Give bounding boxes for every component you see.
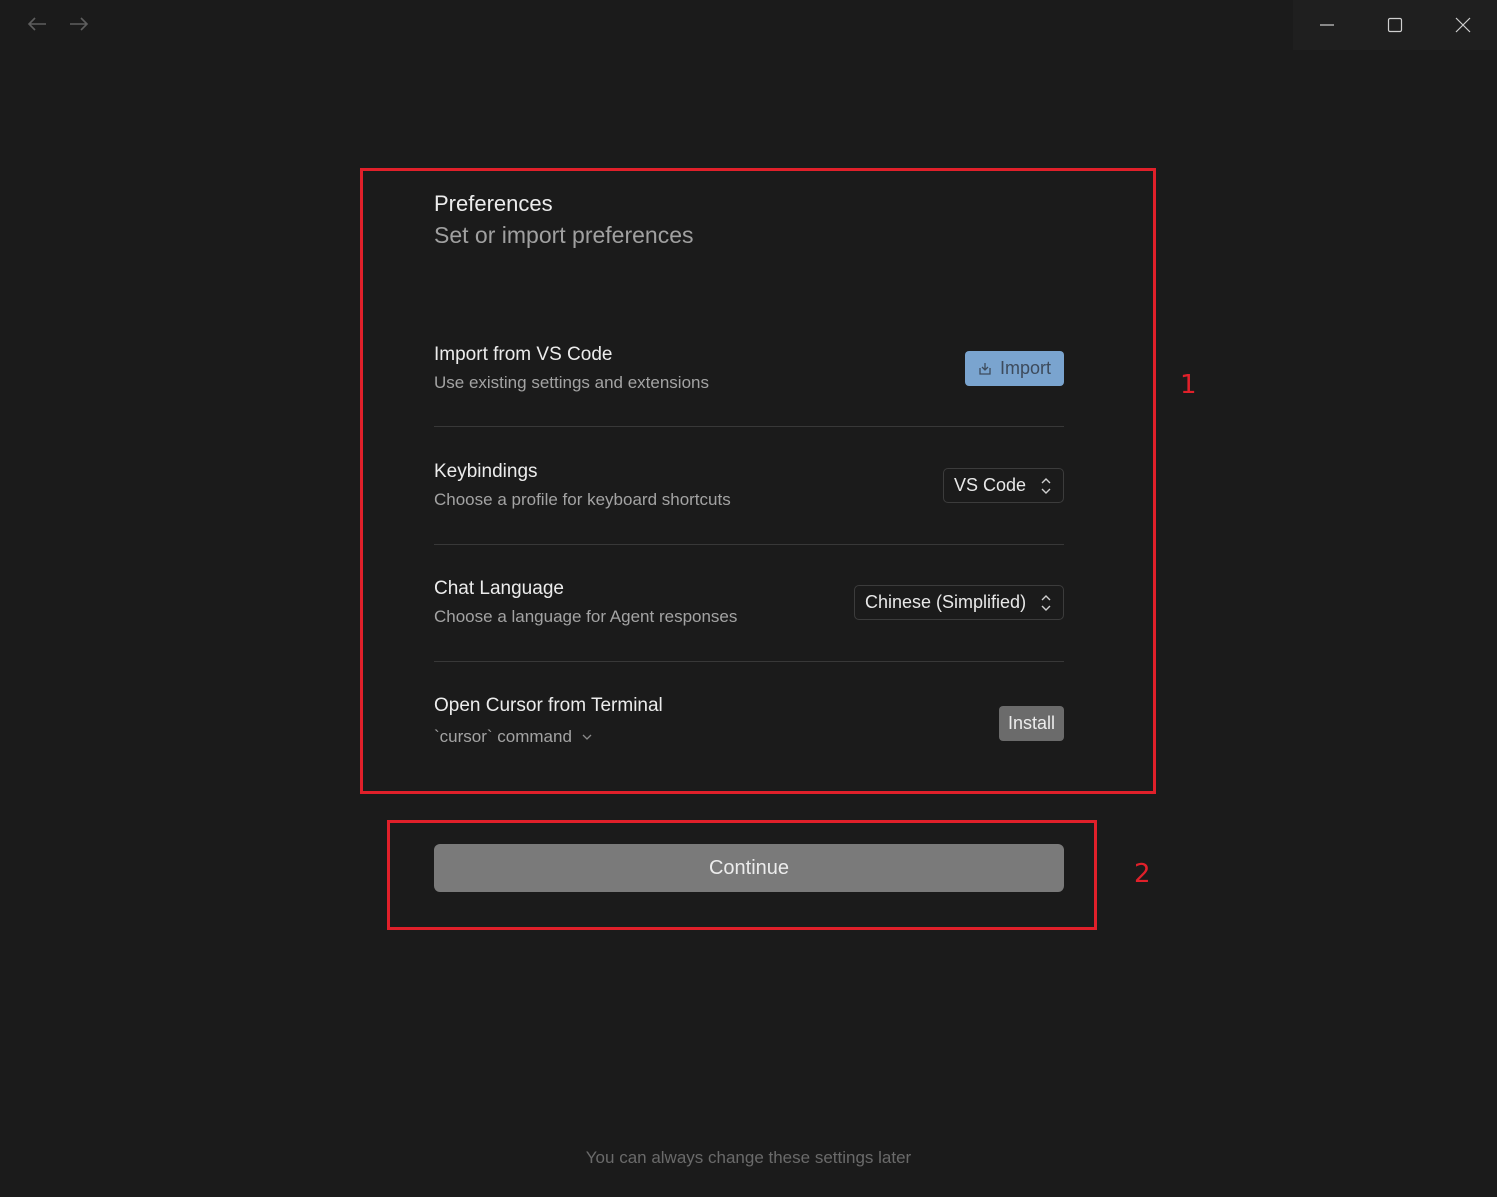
divider <box>434 544 1064 545</box>
annotation-label-2: 2 <box>1134 859 1151 889</box>
chevron-up-down-icon <box>1037 477 1055 495</box>
terminal-setting-row: Open Cursor from Terminal `cursor` comma… <box>434 695 1064 747</box>
terminal-title: Open Cursor from Terminal <box>434 695 663 716</box>
divider <box>434 426 1064 427</box>
install-button[interactable]: Install <box>999 706 1064 741</box>
cursor-command-label: `cursor` command <box>434 727 572 746</box>
close-icon <box>1455 17 1471 33</box>
arrow-left-icon <box>27 17 46 31</box>
chevron-up-down-icon <box>1037 594 1055 612</box>
minimize-button[interactable] <box>1293 0 1361 50</box>
app-window: 1 2 Preferences Set or import preference… <box>0 0 1497 1197</box>
page-title: Preferences <box>434 191 553 216</box>
annotation-label-1: 1 <box>1180 370 1197 400</box>
divider <box>434 661 1064 662</box>
import-button-label: Import <box>999 358 1051 378</box>
page-subtitle: Set or import preferences <box>434 222 694 248</box>
close-button[interactable] <box>1429 0 1497 50</box>
maximize-button[interactable] <box>1361 0 1429 50</box>
chevron-down-icon <box>582 734 592 740</box>
window-controls <box>1293 0 1497 50</box>
chat-language-selected-value: Chinese (Simplified) <box>865 592 1027 612</box>
maximize-icon <box>1387 17 1403 33</box>
keybindings-select[interactable]: VS Code <box>943 468 1064 503</box>
import-button[interactable]: Import <box>965 351 1064 386</box>
continue-button[interactable]: Continue <box>434 844 1064 892</box>
cursor-command-toggle[interactable]: `cursor` command <box>434 727 1064 747</box>
back-button[interactable] <box>23 10 51 38</box>
chat-language-select[interactable]: Chinese (Simplified) <box>854 585 1064 620</box>
footer-note: You can always change these settings lat… <box>585 1148 912 1167</box>
arrow-right-icon <box>70 17 89 31</box>
import-icon <box>979 362 991 375</box>
minimize-icon <box>1320 24 1334 26</box>
keybindings-selected-value: VS Code <box>954 475 1027 495</box>
forward-button[interactable] <box>65 10 93 38</box>
